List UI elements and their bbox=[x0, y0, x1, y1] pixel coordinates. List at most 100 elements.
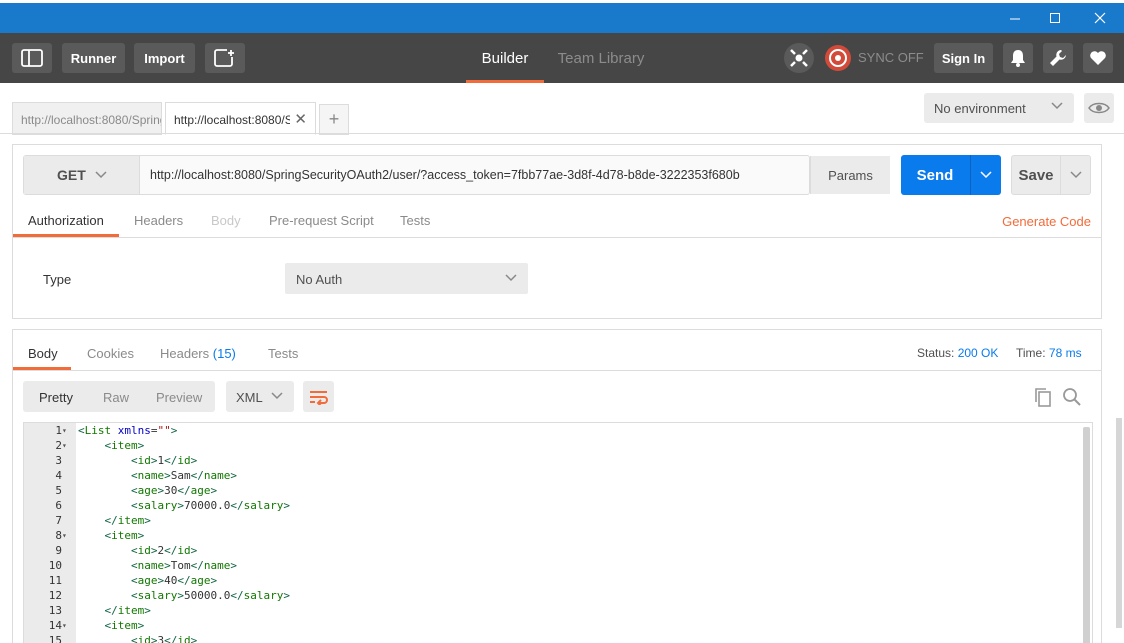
maximize-button[interactable] bbox=[1032, 3, 1078, 33]
tab-team-library[interactable]: Team Library bbox=[552, 33, 650, 83]
xml-bracket: > bbox=[137, 439, 145, 452]
xml-bracket: </ bbox=[190, 559, 204, 572]
response-tab-headers[interactable]: Headers (15) bbox=[160, 346, 236, 361]
xml-bracket: < bbox=[130, 634, 138, 643]
xml-tag-name: age bbox=[137, 574, 158, 587]
editor-scrollbar[interactable] bbox=[1083, 427, 1090, 643]
xml-tag-name: item bbox=[111, 619, 138, 632]
line-number: 9 bbox=[55, 544, 62, 557]
code-text: <item> bbox=[78, 618, 145, 633]
send-options-button[interactable] bbox=[971, 155, 1001, 195]
close-tab-icon[interactable]: ✕ bbox=[294, 110, 307, 128]
language-value: XML bbox=[236, 390, 263, 405]
eye-icon bbox=[1088, 102, 1110, 114]
sync-status-label: SYNC OFF bbox=[858, 50, 924, 65]
auth-type-value: No Auth bbox=[296, 272, 343, 287]
line-number: 7 bbox=[55, 514, 62, 527]
copy-icon[interactable] bbox=[1033, 387, 1053, 410]
xml-bracket: </ bbox=[164, 454, 178, 467]
auth-type-select[interactable]: No Auth bbox=[285, 263, 528, 294]
line-number: 6 bbox=[55, 499, 62, 512]
xml-bracket: < bbox=[130, 499, 138, 512]
xml-bracket: < bbox=[78, 424, 85, 437]
xml-tag-name: item bbox=[117, 604, 145, 617]
code-line: 6 <salary>70000.0</salary> bbox=[24, 498, 1084, 513]
settings-button[interactable] bbox=[1043, 43, 1073, 73]
code-line: 12 <salary>50000.0</salary> bbox=[24, 588, 1084, 603]
interceptor-button[interactable] bbox=[784, 43, 814, 73]
line-number: 5 bbox=[55, 484, 62, 497]
tab-headers[interactable]: Headers bbox=[134, 213, 183, 228]
code-text: </item> bbox=[78, 603, 151, 618]
time-info: Time: 78 ms bbox=[1016, 346, 1082, 360]
xml-bracket: > bbox=[190, 454, 198, 467]
xml-bracket: > bbox=[230, 559, 237, 572]
xml-bracket: </ bbox=[177, 484, 191, 497]
satellite-icon bbox=[790, 49, 808, 67]
xml-tag-name: salary bbox=[243, 499, 284, 512]
format-preview[interactable]: Preview bbox=[156, 390, 202, 405]
sync-status-button[interactable] bbox=[823, 43, 853, 73]
tab-builder-label: Builder bbox=[481, 49, 529, 67]
request-tab-active[interactable]: http://localhost:8080/SpringSecurityOAut… bbox=[165, 102, 316, 135]
notifications-button[interactable] bbox=[1003, 43, 1033, 73]
page-scrollbar[interactable] bbox=[1116, 418, 1122, 628]
new-tab-button[interactable]: + bbox=[319, 104, 349, 135]
favorites-button[interactable] bbox=[1083, 43, 1113, 73]
save-button[interactable]: Save bbox=[1011, 155, 1091, 195]
tab-tests[interactable]: Tests bbox=[400, 213, 430, 228]
wrench-icon bbox=[1050, 50, 1066, 66]
tab-pre-request-script[interactable]: Pre-request Script bbox=[269, 213, 374, 228]
response-tab-cookies[interactable]: Cookies bbox=[87, 346, 134, 361]
response-panel: Body Cookies Headers (15) Tests Status: … bbox=[12, 329, 1102, 643]
xml-bracket: > bbox=[283, 499, 290, 512]
runner-button[interactable]: Runner bbox=[62, 43, 125, 73]
format-raw[interactable]: Raw bbox=[103, 390, 129, 405]
sign-in-button[interactable]: Sign In bbox=[934, 43, 993, 73]
wrap-lines-button[interactable] bbox=[303, 381, 334, 412]
environment-select[interactable]: No environment bbox=[924, 93, 1074, 123]
response-tab-tests[interactable]: Tests bbox=[268, 346, 298, 361]
toggle-sidebar-button[interactable] bbox=[12, 43, 52, 73]
app-header: Runner Import Builder Team Library SYNC … bbox=[0, 33, 1124, 83]
time-value[interactable]: 78 ms bbox=[1049, 346, 1082, 360]
tab-body[interactable]: Body bbox=[211, 213, 241, 228]
chevron-down-icon bbox=[1051, 102, 1063, 110]
save-options-button[interactable] bbox=[1061, 156, 1090, 194]
code-line: 2 ▾ <item> bbox=[24, 438, 1084, 453]
method-select[interactable]: GET bbox=[24, 156, 140, 194]
new-window-button[interactable] bbox=[205, 43, 245, 73]
params-button[interactable]: Params bbox=[810, 156, 890, 194]
sidebar-icon bbox=[21, 49, 43, 67]
xml-bracket: > bbox=[170, 424, 178, 437]
code-text: <item> bbox=[78, 528, 145, 543]
status-label: Status: bbox=[917, 346, 955, 360]
response-body-editor[interactable]: 1 ▾ <List xmlns=""> 2 ▾ <item> 3 <id>1</id> 4 … bbox=[23, 422, 1093, 643]
request-tab[interactable]: http://localhost:8080/SpringSecurityOAut… bbox=[12, 102, 162, 135]
tab-authorization[interactable]: Authorization bbox=[28, 213, 104, 228]
xml-tag-name: salary bbox=[137, 499, 178, 512]
xml-tag-name: id bbox=[177, 454, 191, 467]
fold-arrow-icon: ▾ bbox=[62, 426, 67, 435]
language-select[interactable]: XML bbox=[226, 381, 294, 412]
send-button[interactable]: Send bbox=[901, 155, 1001, 195]
response-tab-body[interactable]: Body bbox=[28, 346, 58, 361]
xml-bracket: > bbox=[144, 514, 151, 527]
format-pretty[interactable]: Pretty bbox=[39, 390, 73, 405]
tab-builder[interactable]: Builder bbox=[466, 33, 544, 83]
xml-tag-name: id bbox=[137, 454, 151, 467]
generate-code-link[interactable]: Generate Code bbox=[1002, 214, 1091, 229]
url-input[interactable]: http://localhost:8080/SpringSecurityOAut… bbox=[150, 168, 740, 182]
bell-icon bbox=[1011, 50, 1025, 67]
status-value[interactable]: 200 OK bbox=[958, 346, 999, 360]
xml-bracket: > bbox=[283, 589, 290, 602]
close-window-button[interactable] bbox=[1077, 3, 1123, 33]
environment-quick-look-button[interactable] bbox=[1084, 93, 1114, 123]
line-number: 4 bbox=[55, 469, 62, 482]
line-number: 1 bbox=[55, 424, 62, 437]
search-icon[interactable] bbox=[1062, 387, 1082, 410]
xml-bracket: < bbox=[130, 544, 138, 557]
import-button[interactable]: Import bbox=[134, 43, 195, 73]
xml-bracket: </ bbox=[177, 574, 191, 587]
xml-bracket: </ bbox=[104, 604, 118, 617]
